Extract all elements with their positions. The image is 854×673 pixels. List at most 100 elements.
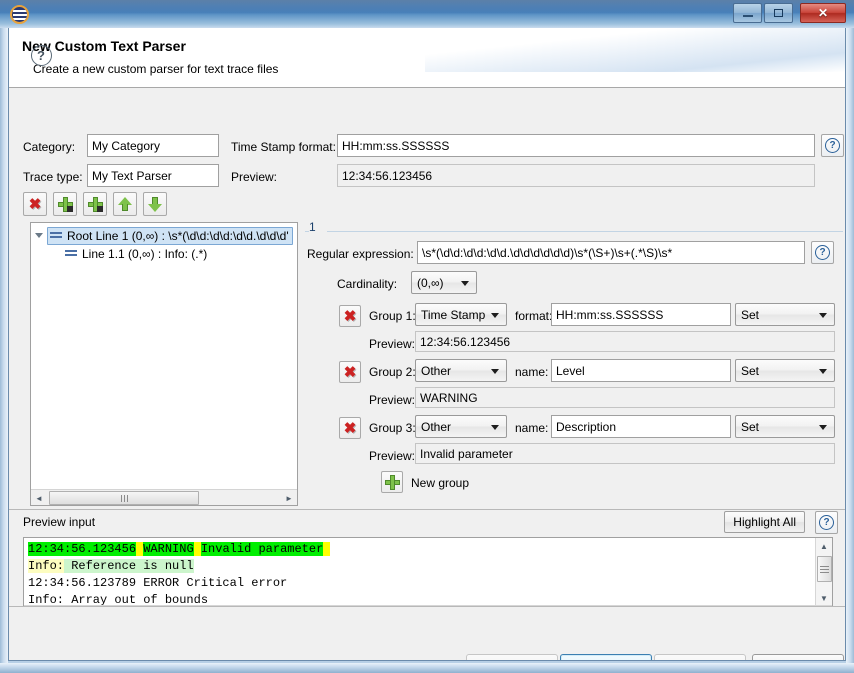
minimize-button[interactable] [733, 3, 762, 23]
close-icon: ✕ [801, 4, 845, 22]
preview-segment: Invalid parameter [201, 542, 323, 556]
group-2-action-value: Set [741, 364, 759, 378]
highlight-all-button[interactable]: Highlight All [724, 511, 805, 533]
cancel-button[interactable]: Cancel [752, 654, 844, 661]
chevron-down-icon [819, 369, 827, 374]
eclipse-icon [10, 5, 29, 24]
add-next-line-button[interactable] [53, 192, 77, 216]
dialog-client-area: New Custom Text Parser Create a new cust… [8, 28, 846, 661]
tree-row[interactable]: Line 1.1 (0,∞) : Info: (.*) [31, 245, 210, 262]
tree-row[interactable]: Root Line 1 (0,∞) : \s*(\d\d:\d\d:\d\d.\… [31, 227, 293, 244]
chevron-down-icon [491, 313, 499, 318]
scrollbar-thumb[interactable] [817, 556, 832, 582]
timestamp-format-input[interactable]: HH:mm:ss.SSSSSS [337, 134, 815, 157]
move-down-button[interactable] [143, 192, 167, 216]
back-button-label: < Back [493, 660, 530, 661]
group-2-type-value: Other [421, 364, 451, 378]
preview-vertical-scrollbar[interactable]: ▲ ▼ [815, 538, 832, 606]
cancel-button-label: Cancel [779, 660, 816, 661]
top-preview-value: 12:34:56.123456 [337, 164, 815, 187]
delete-group-1-button[interactable]: ✖ [339, 305, 361, 327]
preview-line: 12:34:56.123789 ERROR Critical error [28, 575, 330, 592]
maximize-button[interactable] [764, 3, 793, 23]
group-2-label: Group 2: [369, 365, 416, 379]
group-1-preview-value: 12:34:56.123456 [415, 331, 835, 352]
group-1-preview-label: Preview: [369, 337, 415, 351]
green-arrow-down-icon [148, 197, 162, 212]
question-mark-icon: ? [31, 45, 52, 66]
category-input[interactable]: My Category [87, 134, 219, 157]
group-1-format-input[interactable]: HH:mm:ss.SSSSSS [551, 303, 731, 326]
group-1-type-combo[interactable]: Time Stamp [415, 303, 507, 326]
tree-horizontal-scrollbar[interactable]: ◄ ► [31, 489, 297, 505]
new-group-label[interactable]: New group [411, 476, 469, 490]
close-button[interactable]: ✕ [800, 3, 846, 23]
scroll-down-arrow-icon[interactable]: ▼ [816, 590, 832, 606]
dialog-header: New Custom Text Parser Create a new cust… [9, 28, 845, 88]
group-3-field-label: name: [515, 421, 548, 435]
delete-line-button[interactable]: ✖ [23, 192, 47, 216]
scrollbar-thumb[interactable] [49, 491, 199, 505]
window-frame-right [846, 0, 854, 673]
regex-input[interactable]: \s*(\d\d:\d\d:\d\d.\d\d\d\d\d\d)\s*(\S+)… [417, 241, 805, 264]
preview-segment: Reference is null [64, 559, 194, 573]
group-1-field-label: format: [515, 309, 552, 323]
group-1-type-value: Time Stamp [421, 308, 485, 322]
window-frame-bottom [0, 663, 854, 673]
finish-button-label: Finish [684, 660, 716, 661]
green-plus-icon [385, 475, 400, 490]
chevron-down-icon [491, 425, 499, 430]
group-3-action-combo[interactable]: Set [735, 415, 835, 438]
application-window: ✕ New Custom Text Parser Create a new cu… [0, 0, 854, 673]
group-2-preview-label: Preview: [369, 393, 415, 407]
delete-group-2-button[interactable]: ✖ [339, 361, 361, 383]
red-x-icon: ✖ [344, 309, 357, 324]
group-3-type-combo[interactable]: Other [415, 415, 507, 438]
section-separator [327, 231, 843, 232]
cardinality-combo[interactable]: (0,∞) [411, 271, 477, 294]
cardinality-value: (0,∞) [417, 276, 444, 290]
group-2-type-combo[interactable]: Other [415, 359, 507, 382]
dialog-help-button[interactable]: ? [29, 43, 53, 67]
group-1-label: Group 1: [369, 309, 416, 323]
preview-help-button[interactable]: ? [815, 511, 838, 534]
expand-collapse-icon[interactable] [31, 233, 47, 238]
trace-type-input[interactable]: My Text Parser [87, 164, 219, 187]
scroll-left-arrow-icon[interactable]: ◄ [31, 490, 47, 506]
preview-segment: 12:34:56.123456 [28, 542, 136, 556]
preview-line: Info: Reference is null [28, 558, 330, 575]
group-2-name-input[interactable]: Level [551, 359, 731, 382]
regex-help-button[interactable]: ? [811, 241, 834, 264]
red-x-icon: ✖ [344, 421, 357, 436]
red-x-icon: ✖ [29, 197, 42, 212]
preview-input-content: 12:34:56.123456 WARNING Invalid paramete… [28, 541, 330, 609]
scroll-right-arrow-icon[interactable]: ► [281, 490, 297, 506]
window-frame-left [0, 0, 8, 673]
group-3-label: Group 3: [369, 421, 416, 435]
top-preview-label: Preview: [231, 170, 277, 184]
line-icon [63, 246, 79, 262]
tree-item-label: Line 1.1 (0,∞) : Info: (.*) [79, 247, 210, 261]
group-3-name-input[interactable]: Description [551, 415, 731, 438]
title-bar-gloss [0, 0, 854, 14]
scroll-up-arrow-icon[interactable]: ▲ [816, 538, 832, 554]
group-2-action-combo[interactable]: Set [735, 359, 835, 382]
back-button[interactable]: < Back [466, 654, 558, 661]
group-3-type-value: Other [421, 420, 451, 434]
timestamp-format-label: Time Stamp format: [231, 140, 336, 154]
add-child-line-button[interactable] [83, 192, 107, 216]
next-button[interactable]: Next > [560, 654, 652, 661]
tree-item-label: Root Line 1 (0,∞) : \s*(\d\d:\d\d:\d\d.\… [64, 229, 292, 243]
timestamp-help-button[interactable]: ? [821, 134, 844, 157]
finish-button[interactable]: Finish [654, 654, 746, 661]
group-3-preview-label: Preview: [369, 449, 415, 463]
parser-lines-tree[interactable]: Root Line 1 (0,∞) : \s*(\d\d:\d\d:\d\d.\… [30, 222, 298, 506]
new-group-button[interactable] [381, 471, 403, 493]
delete-group-3-button[interactable]: ✖ [339, 417, 361, 439]
move-up-button[interactable] [113, 192, 137, 216]
green-plus-next-icon [58, 197, 73, 212]
group-3-preview-value: Invalid parameter [415, 443, 835, 464]
preview-segment [323, 542, 330, 556]
chevron-down-icon [819, 313, 827, 318]
group-1-action-combo[interactable]: Set [735, 303, 835, 326]
